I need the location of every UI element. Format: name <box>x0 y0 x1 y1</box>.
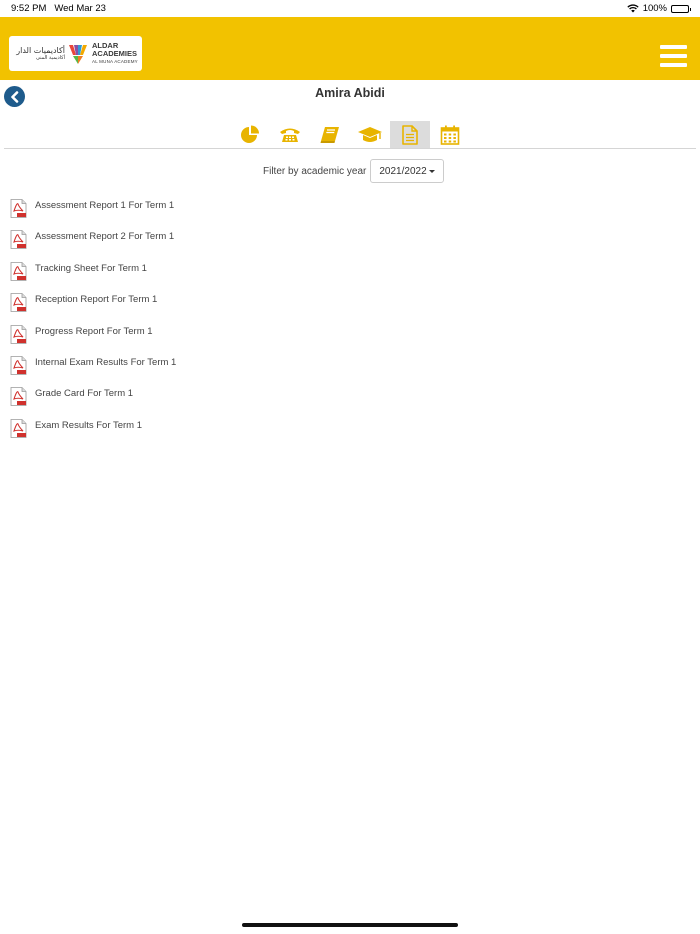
pdf-file-icon <box>10 199 27 218</box>
report-item[interactable]: Reception Report For Term 1 <box>10 291 176 322</box>
report-item[interactable]: Assessment Report 1 For Term 1 <box>10 197 176 228</box>
pdf-file-icon <box>10 387 27 407</box>
pdf-file-icon <box>10 356 27 375</box>
report-label: Grade Card For Term 1 <box>35 388 134 400</box>
menu-bar <box>660 54 687 58</box>
app-header: أكاديميات الدار أكاديمية المنى ALDAR ACA… <box>0 17 700 80</box>
menu-bar <box>660 63 687 67</box>
pdf-file-icon <box>10 324 27 344</box>
status-right: 100% <box>627 3 691 14</box>
telephone-icon <box>280 128 300 142</box>
pdf-file-icon <box>10 261 27 281</box>
tab-calendar[interactable] <box>430 121 470 149</box>
academic-year-select[interactable]: 2021/2022 <box>370 159 445 183</box>
report-item[interactable]: Grade Card For Term 1 <box>10 385 176 416</box>
report-label: Internal Exam Results For Term 1 <box>35 356 177 368</box>
home-indicator[interactable] <box>242 923 458 927</box>
filter-label: Filter by academic year <box>263 165 367 177</box>
tab-overview[interactable] <box>230 121 270 149</box>
logo-arabic-text: أكاديميات الدار أكاديمية المنى <box>16 45 65 61</box>
report-list: Assessment Report 1 For Term 1 Assessmen… <box>10 197 176 448</box>
report-item[interactable]: Tracking Sheet For Term 1 <box>10 260 176 291</box>
graduation-cap-icon <box>358 127 382 142</box>
tab-homework[interactable] <box>310 121 350 149</box>
document-icon <box>402 125 418 145</box>
pdf-file-icon <box>10 418 27 438</box>
calendar-icon <box>440 125 460 145</box>
wifi-icon <box>627 4 639 13</box>
report-label: Exam Results For Term 1 <box>35 419 142 431</box>
menu-bar <box>660 45 687 49</box>
report-item[interactable]: Exam Results For Term 1 <box>10 417 176 448</box>
report-label: Progress Report For Term 1 <box>35 325 153 337</box>
battery-icon <box>671 4 691 13</box>
report-label: Reception Report For Term 1 <box>35 294 158 306</box>
report-label: Tracking Sheet For Term 1 <box>35 262 147 274</box>
section-tabs <box>230 121 470 149</box>
selected-year: 2021/2022 <box>379 165 427 177</box>
student-name: Amira Abidi <box>315 86 385 100</box>
tab-contacts[interactable] <box>270 121 310 149</box>
book-icon <box>320 127 339 143</box>
pdf-file-icon <box>10 230 27 250</box>
report-item[interactable]: Internal Exam Results For Term 1 <box>10 354 176 385</box>
academic-year-filter: Filter by academic year 2021/2022 <box>263 159 445 183</box>
pie-chart-icon <box>241 125 259 143</box>
aldar-logo[interactable]: أكاديميات الدار أكاديمية المنى ALDAR ACA… <box>9 36 142 71</box>
logo-mark-icon <box>69 44 87 64</box>
tab-academics[interactable] <box>350 121 390 149</box>
report-label: Assessment Report 1 For Term 1 <box>35 200 175 211</box>
status-bar: 9:52 PM Wed Mar 23 100% <box>0 0 700 17</box>
hamburger-menu-button[interactable] <box>660 45 687 67</box>
caret-down-icon <box>429 170 436 173</box>
logo-english-text: ALDAR ACADEMIES AL MUNA ACADEMY <box>92 40 138 64</box>
tab-divider <box>4 148 696 149</box>
tab-reports[interactable] <box>390 121 430 149</box>
pdf-file-icon <box>10 293 27 313</box>
report-item[interactable]: Assessment Report 2 For Term 1 <box>10 228 176 259</box>
report-item[interactable]: Progress Report For Term 1 <box>10 323 176 354</box>
status-time: 9:52 PM Wed Mar 23 <box>11 3 106 14</box>
report-label: Assessment Report 2 For Term 1 <box>35 231 175 243</box>
battery-percent: 100% <box>642 3 667 14</box>
